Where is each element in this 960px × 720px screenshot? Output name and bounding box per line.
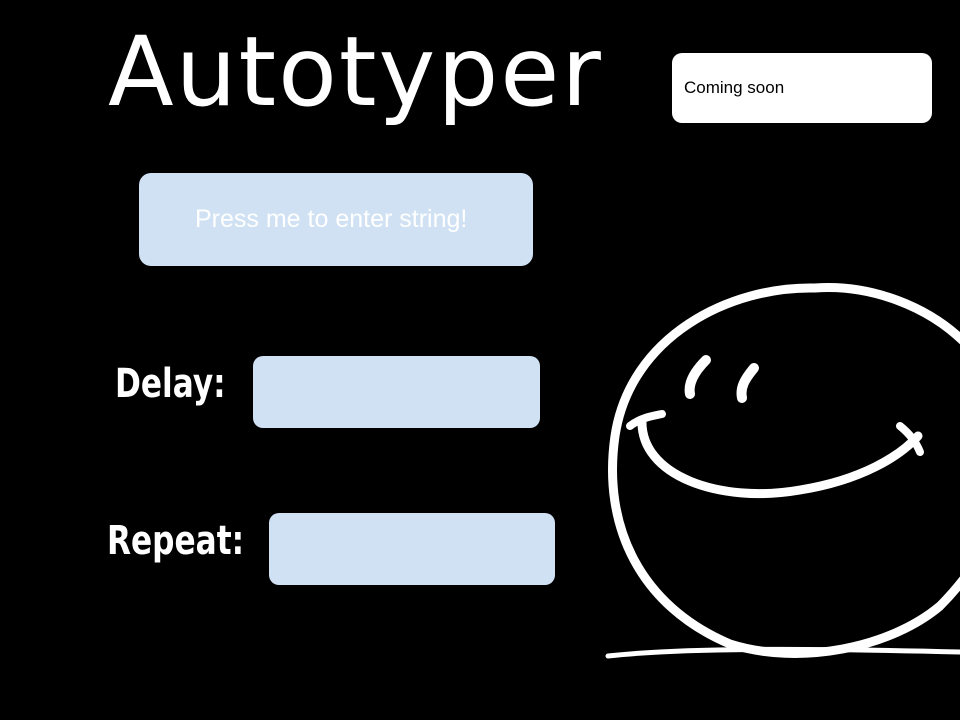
smiley-left-eye (684, 355, 711, 399)
smiley-mouth (637, 415, 923, 498)
smiley-face-icon (605, 283, 960, 659)
enter-string-button[interactable]: Press me to enter string! (139, 173, 533, 266)
smiley-head-top-right (810, 283, 960, 345)
coming-soon-box: Coming soon (672, 53, 932, 123)
coming-soon-text: Coming soon (684, 78, 785, 97)
repeat-input[interactable] (269, 513, 555, 585)
repeat-label: Repeat: (107, 518, 245, 564)
delay-label: Delay: (115, 361, 226, 407)
smiley-right-eye (736, 363, 759, 403)
delay-input[interactable] (253, 356, 540, 428)
app-title: Autotyper (108, 16, 603, 128)
autotyper-screen: { "app": { "title": "Autotyper" }, "noti… (0, 0, 960, 720)
